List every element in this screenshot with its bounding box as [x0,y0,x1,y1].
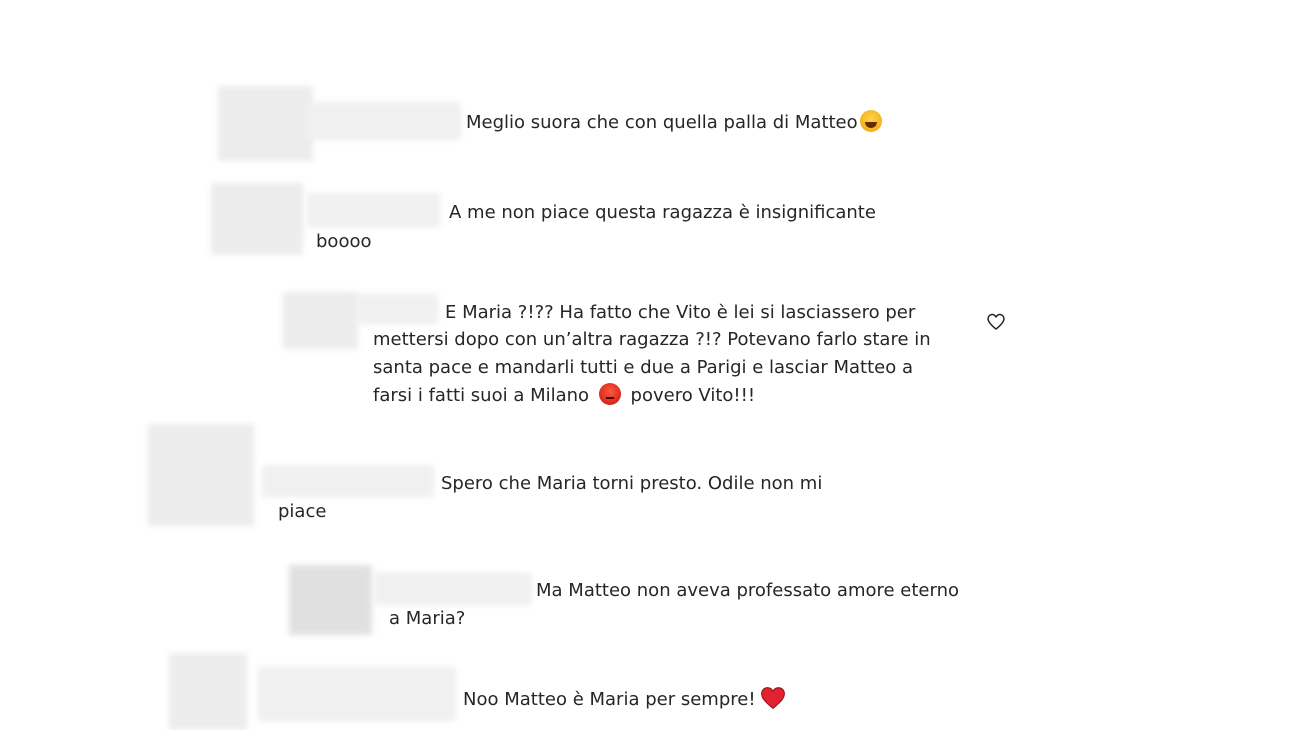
comment-text-body: Noo Matteo è Maria per sempre! [463,689,756,710]
username-redacted[interactable] [374,573,532,605]
comment-text-line: santa pace e mandarli tutti e due a Pari… [373,357,913,378]
avatar-redacted[interactable] [148,424,254,526]
comment-text-line: boooo [316,231,372,252]
comment-text-line: mettersi dopo con un’altra ragazza ?!? P… [373,329,931,350]
username-redacted[interactable] [258,667,456,721]
comment-text-line: piace [278,501,327,522]
avatar-redacted[interactable] [218,86,313,161]
avatar-redacted[interactable] [289,565,372,635]
avatar-redacted[interactable] [211,183,303,255]
laughing-emoji-icon [859,110,882,132]
username-redacted[interactable] [262,465,434,497]
username-redacted[interactable] [307,193,440,227]
angry-face-emoji-icon [598,383,621,405]
username-redacted[interactable] [305,102,461,140]
comment-text-body: Meglio suora che con quella palla di Mat… [466,112,858,133]
comment-text-line: a Maria? [389,608,466,629]
red-heart-emoji-icon [760,687,785,709]
username-redacted[interactable] [356,294,438,324]
comment-text: Meglio suora che con quella palla di Mat… [466,109,882,137]
comment-text-segment: povero Vito!!! [630,385,756,406]
comment-text-line: farsi i fatti suoi a Milano povero Vito!… [373,382,755,410]
comment-text-line: A me non piace questa ragazza è insignif… [449,202,876,223]
comment-text-line: E Maria ?!?? Ha fatto che Vito è lei si … [445,302,916,323]
comment-text: Noo Matteo è Maria per sempre! [463,686,786,714]
avatar-redacted[interactable] [169,653,247,730]
comment-text-line: Spero che Maria torni presto. Odile non … [441,473,823,494]
heart-outline-icon[interactable] [986,312,1006,332]
avatar-redacted[interactable] [283,292,358,349]
comment-text-line: Ma Matteo non aveva professato amore ete… [536,580,959,601]
comment-text-segment: farsi i fatti suoi a Milano [373,385,590,406]
